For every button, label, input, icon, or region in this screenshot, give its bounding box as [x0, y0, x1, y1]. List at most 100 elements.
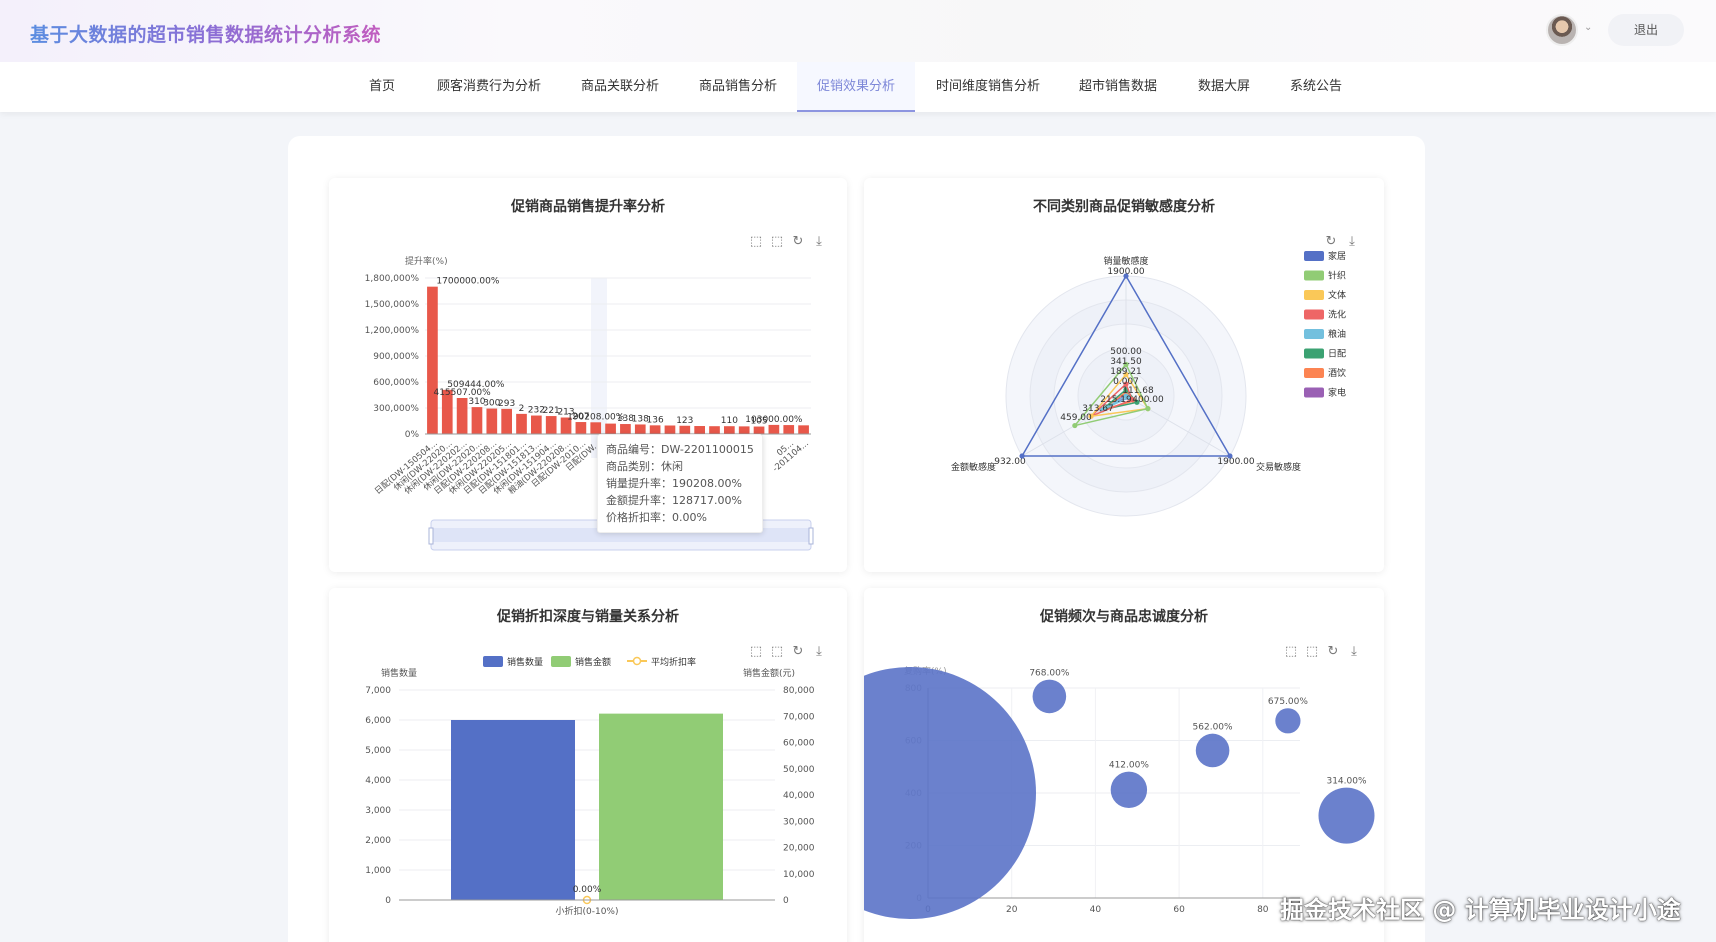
bar: [768, 424, 780, 434]
nav-announcement[interactable]: 系统公告: [1276, 62, 1356, 112]
nav-product-association[interactable]: 商品关联分析: [568, 62, 672, 112]
bar: [694, 426, 705, 434]
radar-point: [1123, 273, 1129, 279]
data-label: 136: [647, 415, 664, 425]
radar-point: [1227, 453, 1233, 459]
bubble-label: 768.00%: [1029, 669, 1069, 679]
y-tick-label: 2,000: [365, 836, 391, 846]
legend-label: 销售数量: [507, 656, 543, 668]
radar-value-label: 341.50: [1110, 357, 1142, 367]
tooltip-line: 商品编号：DW-2201100015: [606, 443, 754, 456]
data-label: 110: [721, 416, 738, 426]
legend-swatch: [1304, 329, 1324, 339]
bar: [605, 423, 616, 434]
bar: [724, 426, 735, 434]
bar: [531, 415, 542, 434]
bar: [427, 286, 438, 434]
user-avatar[interactable]: [1546, 14, 1578, 46]
nav-sales-data[interactable]: 超市销售数据: [1066, 62, 1170, 112]
legend-label: 销售金额: [575, 656, 611, 668]
loyalty-bubble-chart[interactable]: 复购率(%)8006004002000020406080768.00%412.0…: [864, 588, 1384, 942]
zoom-icon[interactable]: ⬚: [1284, 644, 1298, 659]
y2-tick-label: 50,000: [783, 765, 815, 775]
legend-swatch: [483, 656, 503, 667]
nav-dashboard[interactable]: 数据大屏: [1184, 62, 1264, 112]
sensitivity-radar-chart[interactable]: 销量敏感度交易敏感度金额敏感度1900.001900.00932.00500.0…: [864, 178, 1384, 572]
download-icon[interactable]: ⤓: [1347, 644, 1361, 659]
y-tick-label: 900,000%: [373, 352, 419, 362]
legend-swatch: [551, 656, 571, 667]
y-tick-label: 0: [385, 896, 391, 906]
bar: [456, 397, 468, 434]
legend-swatch: [1304, 387, 1324, 398]
x-tick-label: 80: [1257, 905, 1269, 915]
radar-indicator-name: 金额敏感度: [951, 461, 996, 473]
bar: [486, 408, 498, 434]
loyalty-card: 促销频次与商品忠诚度分析 ⬚⬚↻⤓ 复购率(%)8006004002000020…: [864, 588, 1384, 942]
chevron-down-icon[interactable]: ⌄: [1584, 22, 1592, 33]
data-zoom-handle-left: [428, 527, 434, 545]
x-tick-label: 20: [1006, 905, 1018, 915]
lift-rate-chart[interactable]: 提升率(%) 1,800,000% 1,500,000% 1,200,000% 900,…: [329, 178, 847, 572]
legend-label: 酒饮: [1328, 367, 1346, 379]
bubble: [1110, 771, 1148, 809]
y-tick-label: 6,000: [365, 716, 391, 726]
tooltip-line: 金额提升率：128717.00%: [606, 494, 742, 507]
bubble-label: 562.00%: [1193, 723, 1233, 733]
legend-label: 家电: [1328, 387, 1346, 399]
radar-max-label: 1900.00: [1217, 457, 1254, 467]
radar-value-label: 459.00: [1060, 413, 1092, 423]
bar: [679, 425, 691, 434]
bar: [575, 422, 587, 434]
restore-icon[interactable]: ↻: [1326, 644, 1340, 659]
bubble: [1032, 679, 1067, 714]
data-zoom-handle-right: [808, 527, 814, 545]
y2-tick-label: 40,000: [783, 791, 815, 801]
toolbox: ⬚ ⬚ ↻ ⤓: [1284, 644, 1361, 659]
y-tick-label: 4,000: [365, 776, 391, 786]
bubble-label: 412.00%: [1109, 761, 1149, 771]
radar-value-label: 500.00: [1110, 347, 1142, 357]
radar-point: [1072, 422, 1078, 429]
nav-product-sales[interactable]: 商品销售分析: [686, 62, 790, 112]
bar: [664, 425, 676, 434]
bubble: [1275, 708, 1301, 734]
lift-tooltip: 商品编号：DW-2201100015 商品类别：休闲 销量提升率：190208.…: [597, 434, 763, 533]
lift-rate-card: 促销商品销售提升率分析 ⬚ ⬚ ↻ ⤓ 提升率(%) 1,800,000% 1,500,0…: [329, 178, 847, 572]
x-tick-label: 40: [1090, 905, 1102, 915]
y-tick-label: 600,000%: [373, 378, 419, 388]
data-label: 2: [519, 404, 525, 414]
nav-time-dimension[interactable]: 时间维度销售分析: [923, 62, 1053, 112]
nav-customer-behavior[interactable]: 顾客消费行为分析: [424, 62, 554, 112]
radar-value-label: 400.00: [1132, 395, 1164, 405]
legend-label: 洗化: [1328, 309, 1346, 321]
app-title: 基于大数据的超市销售数据统计分析系统: [30, 20, 381, 47]
legend-swatch: [1304, 290, 1324, 300]
bar: [798, 425, 809, 434]
y-tick-label: 1,200,000%: [365, 326, 420, 336]
legend-swatch: [1304, 270, 1324, 281]
y2-tick-label: 0: [783, 896, 789, 906]
sensitivity-card: 不同类别商品促销敏感度分析 ↻ ⤓ 销量敏感度 交易敏感度 金额敏感度 1900.00 1…: [864, 178, 1384, 572]
bar: [545, 416, 557, 434]
bar-sales-amount: [599, 713, 723, 900]
main-nav: 首页 顾客消费行为分析 商品关联分析 商品销售分析 促销效果分析 时间维度销售分…: [0, 62, 1716, 112]
legend-label: 文体: [1328, 289, 1346, 301]
y-axis-label: 销售数量: [381, 667, 417, 679]
nav-home[interactable]: 首页: [355, 62, 409, 112]
y2-tick-label: 60,000: [783, 739, 815, 749]
y2-tick-label: 20,000: [783, 844, 815, 854]
bubble-label: 675.00%: [1268, 697, 1308, 707]
nav-promotion-effect[interactable]: 促销效果分析: [797, 62, 915, 112]
legend-label: 平均折扣率: [651, 656, 696, 668]
discount-chart[interactable]: 销售数量 销售金额 平均折扣率销售数量 销售金额(元)7,0006,0005,0004…: [329, 588, 847, 942]
tooltip-line: 价格折扣率：0.00%: [606, 511, 707, 524]
legend-label: 针织: [1328, 270, 1346, 282]
data-label: 0.00%: [573, 885, 602, 895]
data-label: 103000.00%: [745, 415, 803, 425]
bar-sales-quantity: [451, 720, 575, 900]
zoom-reset-icon[interactable]: ⬚: [1305, 644, 1319, 659]
y-tick-label: 0%: [405, 430, 420, 440]
logout-button[interactable]: 退出: [1608, 14, 1684, 46]
y2-tick-label: 10,000: [783, 870, 815, 880]
